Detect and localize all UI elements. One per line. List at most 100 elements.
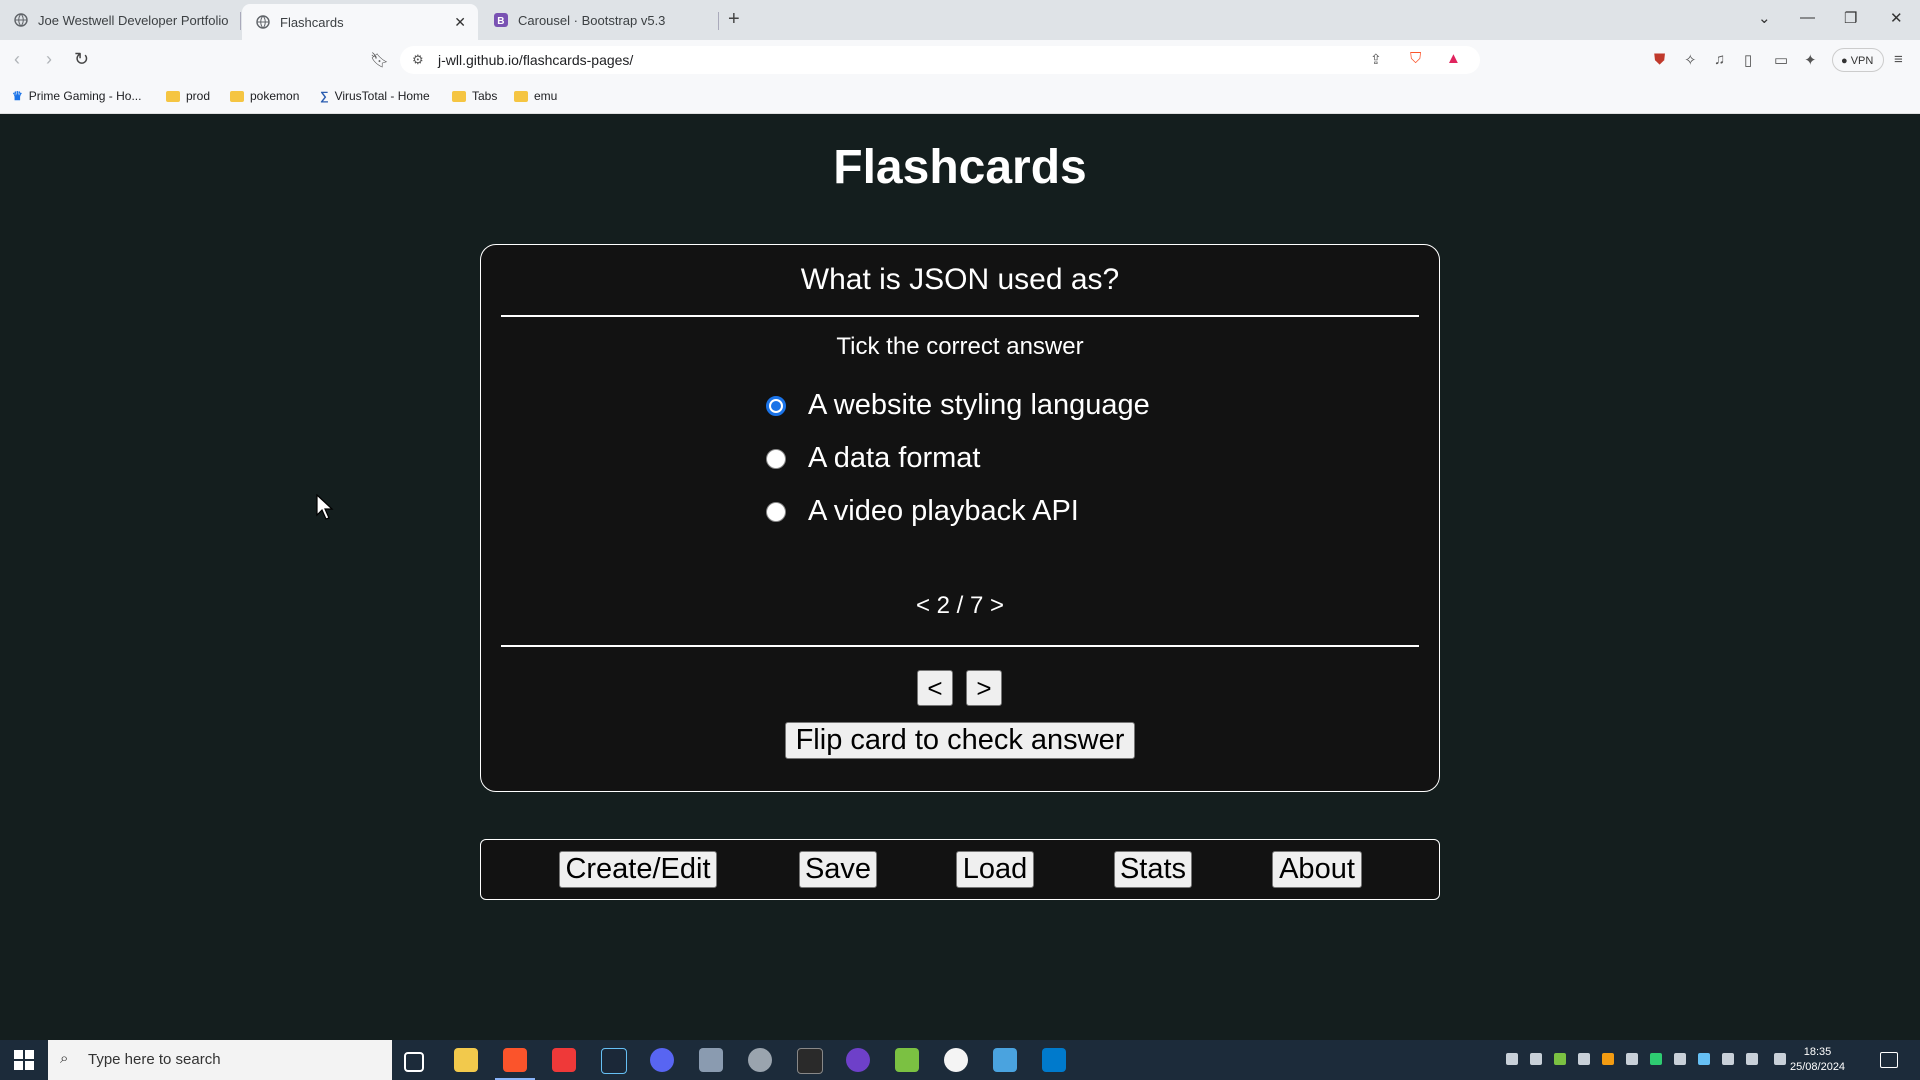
bookmark-virustotal[interactable]: ∑ VirusTotal - Home [320, 89, 430, 103]
taskbar-search[interactable]: ⌕ Type here to search [48, 1040, 392, 1080]
bookmark-prime-gaming[interactable]: ♛ Prime Gaming - Ho... [12, 89, 141, 103]
page-title: Flashcards [833, 141, 1087, 194]
answer-option-styling-language[interactable]: A website styling language [766, 389, 1150, 422]
task-view-icon[interactable] [404, 1052, 424, 1072]
app-icon[interactable] [993, 1048, 1017, 1072]
close-window-icon[interactable]: ✕ [1890, 9, 1903, 27]
vscode-icon[interactable] [1042, 1048, 1066, 1072]
tray-icon[interactable] [1674, 1053, 1686, 1065]
extensions-icon[interactable]: ✧ [1684, 51, 1697, 69]
radio-button[interactable] [766, 395, 786, 416]
tab-portfolio[interactable]: Joe Westwell Developer Portfolio [0, 0, 240, 40]
search-icon: ⌕ [60, 1050, 69, 1067]
media-icon[interactable]: ♫ [1714, 51, 1725, 68]
answer-option-video-api[interactable]: A video playback API [766, 495, 1079, 528]
tray-icon[interactable] [1530, 1053, 1542, 1065]
brave-browser-icon[interactable] [495, 1048, 535, 1080]
tray-icon[interactable] [1506, 1053, 1518, 1065]
card-instruction: Tick the correct answer [836, 333, 1084, 360]
bookmark-folder-prod[interactable]: prod [166, 89, 210, 103]
globe-icon [256, 15, 270, 29]
reload-icon[interactable]: ↻ [74, 49, 89, 70]
divider [501, 645, 1419, 647]
page-content: Flashcards What is JSON used as? Tick th… [0, 114, 1920, 1040]
pen-icon[interactable] [1774, 1053, 1786, 1065]
discord-icon[interactable] [650, 1048, 674, 1072]
create-edit-button[interactable]: Create/Edit [559, 851, 717, 888]
bookmark-folder-tabs[interactable]: Tabs [452, 89, 497, 103]
windows-taskbar: ⌕ Type here to search 18:35 25/08/2024 [0, 1040, 1920, 1080]
bookmark-folder-emu[interactable]: emu [514, 89, 557, 103]
bookmark-label: pokemon [250, 89, 300, 103]
globe-icon [14, 13, 28, 27]
volume-icon[interactable] [1746, 1053, 1758, 1065]
tab-bootstrap-carousel[interactable]: B Carousel · Bootstrap v5.3 [480, 0, 716, 40]
bookmark-label: emu [534, 89, 558, 103]
app-icon[interactable] [699, 1048, 723, 1072]
menu-icon[interactable]: ≡ [1894, 51, 1903, 68]
vivaldi-icon[interactable] [552, 1048, 576, 1072]
microphone-icon[interactable] [1626, 1053, 1638, 1065]
tab-flashcards[interactable]: Flashcards ✕ [242, 4, 478, 40]
bookmark-folder-pokemon[interactable]: pokemon [230, 89, 299, 103]
wallet-icon[interactable]: ▭ [1774, 51, 1788, 69]
tab-title: Carousel · Bootstrap v5.3 [518, 12, 666, 28]
network-icon[interactable] [1722, 1053, 1734, 1065]
card-counter: < 2 / 7 > [915, 592, 1005, 619]
vpn-button[interactable]: ● VPN [1832, 48, 1884, 72]
leo-ai-icon[interactable]: ✦ [1804, 51, 1817, 69]
site-info-icon[interactable]: ⚙ [412, 52, 424, 68]
clock-date: 25/08/2024 [1790, 1061, 1846, 1073]
flip-card-button[interactable]: Flip card to check answer [785, 722, 1135, 759]
share-icon[interactable]: ⇪ [1370, 51, 1382, 68]
tray-icon[interactable] [1554, 1053, 1566, 1065]
app-icon[interactable] [944, 1048, 968, 1072]
windows-start-icon[interactable] [14, 1050, 34, 1070]
save-button[interactable]: Save [799, 851, 877, 888]
minimize-icon[interactable]: — [1800, 9, 1815, 26]
answer-option-data-format[interactable]: A data format [766, 442, 981, 475]
load-button[interactable]: Load [956, 851, 1034, 888]
tab-separator [240, 12, 241, 30]
browser-tab-bar: Joe Westwell Developer Portfolio Flashca… [0, 0, 1920, 40]
steam-icon[interactable] [601, 1048, 627, 1074]
epic-games-icon[interactable] [797, 1048, 823, 1074]
github-desktop-icon[interactable] [846, 1048, 870, 1072]
browser-toolbar: ‹ › ↻ 🔖︎ ⚙ j-wll.github.io/flashcards-pa… [0, 40, 1920, 80]
option-label: A website styling language [808, 389, 1150, 421]
settings-gear-icon[interactable] [748, 1048, 772, 1072]
radio-button[interactable] [766, 448, 786, 469]
sidebar-icon[interactable]: ▯ [1744, 51, 1752, 69]
folder-icon [452, 90, 466, 102]
bookmark-label: VirusTotal - Home [334, 89, 430, 103]
mouse-cursor-icon [316, 494, 334, 520]
virustotal-icon: ∑ [320, 89, 329, 103]
address-bar[interactable]: ⚙ j-wll.github.io/flashcards-pages/ ⇪ ⛉ … [400, 46, 1480, 74]
close-tab-icon[interactable]: ✕ [454, 14, 466, 31]
back-icon[interactable]: ‹ [14, 49, 20, 70]
folder-icon [166, 90, 180, 102]
bookmark-label: prod [186, 89, 211, 103]
restore-icon[interactable]: ❐ [1844, 9, 1857, 27]
tab-title: Joe Westwell Developer Portfolio [38, 12, 229, 28]
radio-button[interactable] [766, 501, 786, 522]
stats-button[interactable]: Stats [1114, 851, 1192, 888]
brave-shield-icon[interactable]: ⛉ [1410, 50, 1421, 67]
taskbar-clock[interactable]: 18:35 25/08/2024 [1790, 1045, 1845, 1075]
tab-list-chevron-icon[interactable]: ⌄ [1758, 9, 1771, 27]
tray-icon[interactable] [1578, 1053, 1590, 1065]
forward-icon[interactable]: › [46, 49, 52, 70]
prev-card-button[interactable]: < [917, 670, 953, 706]
brave-rewards-icon[interactable]: ▲ [1446, 50, 1461, 67]
file-explorer-icon[interactable] [454, 1048, 478, 1072]
about-button[interactable]: About [1272, 851, 1362, 888]
extension-shield-icon[interactable]: ⛊ [1654, 51, 1665, 68]
new-tab-icon[interactable]: + [728, 8, 740, 31]
tray-icon[interactable] [1602, 1053, 1614, 1065]
bookmark-icon[interactable]: 🔖︎ [370, 51, 389, 69]
tray-icon[interactable] [1650, 1053, 1662, 1065]
next-card-button[interactable]: > [966, 670, 1002, 706]
notepad-plus-plus-icon[interactable] [895, 1048, 919, 1072]
steam-tray-icon[interactable] [1698, 1053, 1710, 1065]
notifications-icon[interactable] [1880, 1052, 1898, 1068]
